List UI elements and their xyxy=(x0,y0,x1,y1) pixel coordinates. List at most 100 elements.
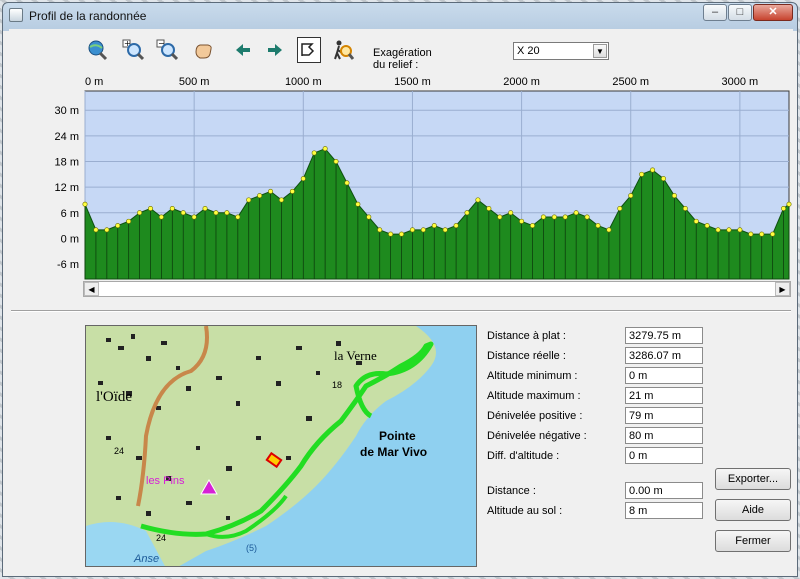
x-tick-label: 1500 m xyxy=(394,76,431,88)
cursor-value-ground-altitude: 8 m xyxy=(625,502,703,519)
splitter[interactable] xyxy=(11,310,791,312)
elevation-point xyxy=(748,231,754,237)
window-title: Profil de la randonnée xyxy=(29,9,147,23)
elevation-point xyxy=(781,206,787,212)
elevation-point xyxy=(366,214,372,220)
maximize-button[interactable]: □ xyxy=(728,4,752,21)
map-label-pointe: Pointe xyxy=(379,429,416,443)
elevation-point xyxy=(399,231,405,237)
elevation-point xyxy=(202,206,208,212)
elevation-point xyxy=(82,201,88,207)
map-number-18: 18 xyxy=(332,380,342,390)
elevation-point xyxy=(540,214,546,220)
cursor-label-distance: Distance : xyxy=(487,485,536,497)
title-bar[interactable]: Profil de la randonnée – □ ✕ xyxy=(3,3,797,29)
elevation-point xyxy=(180,210,186,216)
elevation-point xyxy=(519,218,525,224)
stat-label-real-distance: Distance réelle : xyxy=(487,350,566,362)
elevation-point xyxy=(584,214,590,220)
elevation-point xyxy=(671,193,677,199)
globe-search-icon[interactable] xyxy=(85,37,109,63)
elevation-point xyxy=(464,210,470,216)
exaggeration-select[interactable]: X 20 ▼ xyxy=(513,42,609,60)
scroll-left-button[interactable]: ◀ xyxy=(84,282,99,296)
elevation-point xyxy=(759,231,765,237)
elevation-point xyxy=(377,227,383,233)
stat-value-max-altitude: 21 m xyxy=(625,387,703,404)
elevation-point xyxy=(650,167,656,173)
chevron-down-icon[interactable]: ▼ xyxy=(593,44,607,58)
export-button[interactable]: Exporter... xyxy=(715,468,791,490)
elevation-point xyxy=(147,206,153,212)
elevation-point xyxy=(595,223,601,229)
stat-value-negative-gain: 80 m xyxy=(625,427,703,444)
scroll-right-button[interactable]: ▶ xyxy=(775,282,790,296)
profile-mode-icon[interactable] xyxy=(297,37,321,63)
route-map[interactable]: l'Oïde la Verne Pointe de Mar Vivo les P… xyxy=(85,325,477,567)
elevation-point xyxy=(300,176,306,182)
elevation-point xyxy=(442,227,448,233)
map-number-24b: 24 xyxy=(156,533,166,543)
zoom-out-icon[interactable]: − xyxy=(155,37,179,63)
elevation-point xyxy=(289,188,295,194)
client-area: + − Exagération du relief : X 20 ▼ 30 m … xyxy=(9,29,793,572)
elevation-point xyxy=(213,210,219,216)
zoom-in-icon[interactable]: + xyxy=(121,37,145,63)
elevation-point xyxy=(257,193,263,199)
stat-label-positive-gain: Dénivelée positive : xyxy=(487,410,583,422)
y-tick-label: 0 m xyxy=(61,233,79,245)
arrow-right-icon[interactable] xyxy=(263,37,287,63)
app-icon xyxy=(9,8,23,22)
close-button[interactable]: Fermer xyxy=(715,530,791,552)
y-tick-label: 30 m xyxy=(55,105,79,117)
stat-label-flat-distance: Distance à plat : xyxy=(487,330,566,342)
exaggeration-value: X 20 xyxy=(517,45,540,57)
elevation-point xyxy=(737,227,743,233)
y-tick-label: 6 m xyxy=(61,208,79,220)
elevation-point xyxy=(551,214,557,220)
map-label-anse: Anse xyxy=(133,553,159,565)
y-tick-label: -6 m xyxy=(57,259,79,271)
elevation-point xyxy=(475,197,481,203)
elevation-point xyxy=(333,159,339,165)
elevation-point xyxy=(126,218,132,224)
stat-value-positive-gain: 79 m xyxy=(625,407,703,424)
stat-value-min-altitude: 0 m xyxy=(625,367,703,384)
hiker-search-icon[interactable] xyxy=(331,37,355,63)
minimize-button[interactable]: – xyxy=(703,4,727,21)
y-tick-label: 12 m xyxy=(55,182,79,194)
hand-pan-icon[interactable] xyxy=(191,37,215,63)
elevation-point xyxy=(693,218,699,224)
x-tick-label: 0 m xyxy=(85,76,103,88)
elevation-point xyxy=(682,206,688,212)
horizontal-scrollbar[interactable]: ◀ ▶ xyxy=(83,281,791,297)
help-button[interactable]: Aide xyxy=(715,499,791,521)
elevation-point xyxy=(268,188,274,194)
x-tick-label: 2500 m xyxy=(612,76,649,88)
elevation-point xyxy=(420,227,426,233)
map-number-24a: 24 xyxy=(114,446,124,456)
stat-value-real-distance: 3286.07 m xyxy=(625,347,703,364)
x-tick-label: 2000 m xyxy=(503,76,540,88)
elevation-point xyxy=(104,227,110,233)
elevation-point xyxy=(322,146,328,152)
stat-value-altitude-diff: 0 m xyxy=(625,447,703,464)
elevation-point xyxy=(508,210,514,216)
arrow-left-icon[interactable] xyxy=(231,37,255,63)
close-window-button[interactable]: ✕ xyxy=(753,4,793,21)
stat-label-max-altitude: Altitude maximum : xyxy=(487,390,581,402)
map-number-5: (5) xyxy=(246,543,257,553)
x-tick-label: 3000 m xyxy=(722,76,759,88)
elevation-point xyxy=(93,227,99,233)
elevation-point xyxy=(628,193,634,199)
x-tick-label: 1000 m xyxy=(285,76,322,88)
elevation-point xyxy=(235,214,241,220)
elevation-point xyxy=(660,176,666,182)
elevation-point xyxy=(224,210,230,216)
map-label-mar-vivo: de Mar Vivo xyxy=(360,445,427,459)
elevation-point xyxy=(169,206,175,212)
elevation-point xyxy=(355,201,361,207)
elevation-point xyxy=(562,214,568,220)
elevation-profile-chart[interactable]: 30 m 24 m 18 m 12 m 6 m 0 m -6 m 0 m 500 m 1000 m… xyxy=(9,69,793,299)
cursor-value-distance: 0.00 m xyxy=(625,482,703,499)
